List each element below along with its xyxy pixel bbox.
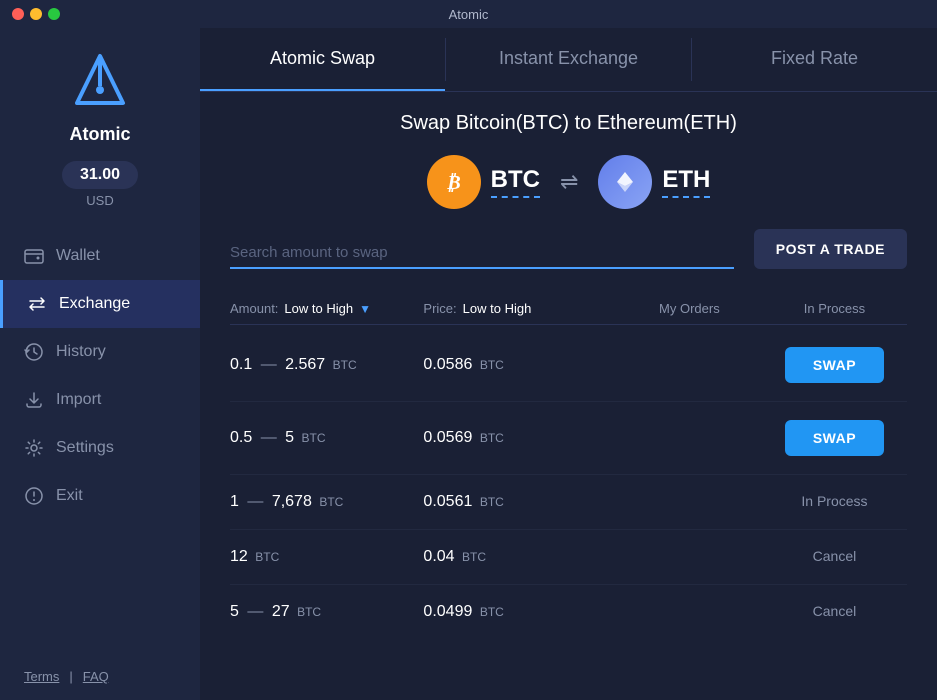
order-price-1: 0.0569 BTC	[423, 429, 616, 447]
svg-text:₿: ₿	[446, 172, 461, 194]
table-row: 1 — 7,678 BTC 0.0561 BTC In Process	[230, 475, 907, 530]
balance-currency: USD	[86, 193, 113, 208]
order-amount-2: 1 — 7,678 BTC	[230, 493, 423, 511]
swap-button-0[interactable]: SWAP	[785, 347, 884, 383]
pair-selector: ₿ BTC ⇌ ETH	[230, 155, 907, 209]
cancel-button-3[interactable]: Cancel	[813, 548, 857, 564]
app-title: Atomic	[449, 7, 489, 22]
order-amount-3: 12 BTC	[230, 548, 423, 566]
settings-icon	[24, 438, 44, 458]
logo-name: Atomic	[69, 124, 130, 145]
post-trade-button[interactable]: POST A TRADE	[754, 229, 907, 269]
order-amount-0: 0.1 — 2.567 BTC	[230, 356, 423, 374]
settings-label: Settings	[56, 439, 114, 457]
exit-icon	[24, 486, 44, 506]
order-action-4: Cancel	[762, 603, 907, 621]
from-coin-name: BTC	[491, 166, 540, 198]
titlebar: Atomic	[0, 0, 937, 28]
footer-separator: |	[69, 669, 72, 684]
tab-bar: Atomic Swap Instant Exchange Fixed Rate	[200, 28, 937, 92]
search-row: POST A TRADE	[230, 229, 907, 269]
table-row: 12 BTC 0.04 BTC Cancel	[230, 530, 907, 585]
sidebar-item-exchange[interactable]: Exchange	[0, 280, 200, 328]
swap-button-1[interactable]: SWAP	[785, 420, 884, 456]
window-controls	[12, 8, 60, 20]
from-coin-selector[interactable]: ₿ BTC	[427, 155, 540, 209]
close-button[interactable]	[12, 8, 24, 20]
in-process-label-2: In Process	[801, 493, 867, 509]
sidebar-item-wallet[interactable]: Wallet	[0, 232, 200, 280]
sidebar-item-exit[interactable]: Exit	[0, 472, 200, 520]
order-price-3: 0.04 BTC	[423, 548, 616, 566]
import-label: Import	[56, 391, 101, 409]
minimize-button[interactable]	[30, 8, 42, 20]
terms-link[interactable]: Terms	[24, 669, 59, 684]
tab-fixed-rate[interactable]: Fixed Rate	[692, 28, 937, 91]
table-row: 5 — 27 BTC 0.0499 BTC Cancel	[230, 585, 907, 639]
order-amount-1: 0.5 — 5 BTC	[230, 429, 423, 447]
wallet-label: Wallet	[56, 247, 100, 265]
sidebar-item-import[interactable]: Import	[0, 376, 200, 424]
orders-table: Amount: Low to High ▼ Price: Low to High…	[230, 293, 907, 639]
table-row: 0.5 — 5 BTC 0.0569 BTC SWAP	[230, 402, 907, 475]
order-action-3: Cancel	[762, 548, 907, 566]
import-icon	[24, 390, 44, 410]
app-logo	[65, 48, 135, 118]
order-price-4: 0.0499 BTC	[423, 603, 616, 621]
order-amount-4: 5 — 27 BTC	[230, 603, 423, 621]
tab-atomic-swap[interactable]: Atomic Swap	[200, 28, 445, 91]
order-action-0: SWAP	[762, 347, 907, 383]
maximize-button[interactable]	[48, 8, 60, 20]
amount-sort-arrow: ▼	[359, 302, 371, 316]
search-input[interactable]	[230, 238, 734, 269]
search-input-wrap	[230, 238, 734, 269]
col-price-header[interactable]: Price: Low to High	[423, 301, 616, 316]
exit-label: Exit	[56, 487, 83, 505]
to-coin-selector[interactable]: ETH	[598, 155, 710, 209]
main-content: Atomic Swap Instant Exchange Fixed Rate …	[200, 28, 937, 700]
swap-title: Swap Bitcoin(BTC) to Ethereum(ETH)	[230, 112, 907, 135]
swap-direction-icon[interactable]: ⇌	[560, 169, 578, 195]
orders-header: Amount: Low to High ▼ Price: Low to High…	[230, 293, 907, 325]
sidebar: Atomic 31.00 USD Wallet	[0, 28, 200, 700]
col-amount-header[interactable]: Amount: Low to High ▼	[230, 301, 423, 316]
wallet-icon	[24, 246, 44, 266]
order-action-2: In Process	[762, 493, 907, 511]
history-icon	[24, 342, 44, 362]
order-price-0: 0.0586 BTC	[423, 356, 616, 374]
btc-icon: ₿	[427, 155, 481, 209]
app-body: Atomic 31.00 USD Wallet	[0, 28, 937, 700]
table-row: 0.1 — 2.567 BTC 0.0586 BTC SWAP	[230, 329, 907, 402]
col-inprocess-header: In Process	[762, 301, 907, 316]
exchange-area: Swap Bitcoin(BTC) to Ethereum(ETH) ₿ BTC…	[200, 92, 937, 700]
order-price-2: 0.0561 BTC	[423, 493, 616, 511]
to-coin-name: ETH	[662, 166, 710, 198]
eth-icon	[598, 155, 652, 209]
nav-menu: Wallet Exchange	[0, 232, 200, 520]
logo-container: Atomic	[65, 48, 135, 145]
exchange-label: Exchange	[59, 295, 130, 313]
sidebar-footer: Terms | FAQ	[0, 653, 200, 700]
sidebar-item-history[interactable]: History	[0, 328, 200, 376]
balance-amount: 31.00	[62, 161, 138, 189]
tab-instant-exchange[interactable]: Instant Exchange	[446, 28, 691, 91]
col-myorders-header: My Orders	[617, 301, 762, 316]
faq-link[interactable]: FAQ	[83, 669, 109, 684]
sidebar-item-settings[interactable]: Settings	[0, 424, 200, 472]
exchange-icon	[27, 294, 47, 314]
cancel-button-4[interactable]: Cancel	[813, 603, 857, 619]
history-label: History	[56, 343, 106, 361]
order-action-1: SWAP	[762, 420, 907, 456]
